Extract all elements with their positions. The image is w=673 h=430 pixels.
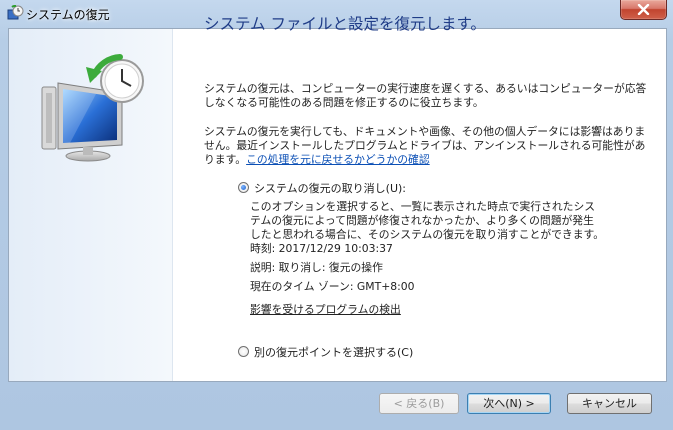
undo-description-line: このオプションを選択すると、一覧に表示された時点で実行されたシス [250, 200, 596, 213]
undo-restore-label[interactable]: システムの復元の取り消し(U): [254, 180, 406, 196]
page-title: システム ファイルと設定を復元します。 [204, 15, 486, 33]
undo-description: このオプションを選択すると、一覧に表示された時点で実行されたシス テムの復元によ… [250, 200, 604, 242]
close-button[interactable] [620, 0, 667, 20]
restore-description: 説明: 取り消し: 復元の操作 [250, 261, 383, 274]
undo-description-line: テムの復元によって問題が修復されなかったか、より多くの問題が発生 [250, 214, 594, 227]
system-restore-window: システムの復元 システム ファイルと設定を復元します。 システムの復元は、コンピ… [0, 0, 673, 430]
info-paragraph: システムの復元を実行しても、ドキュメントや画像、その他の個人データには影響はあり… [204, 125, 645, 167]
back-button[interactable]: < 戻る(B) [379, 393, 459, 414]
undo-description-line: したと思われる場合に、そのシステムの復元を取り消すことができます。 [250, 228, 605, 241]
intro-line: システムの復元は、コンピューターの実行速度を遅くする、あるいはコンピューターが応… [204, 82, 647, 95]
choose-other-point-radio[interactable] [238, 346, 249, 357]
close-icon [637, 4, 650, 15]
restore-time: 時刻: 2017/12/29 10:03:37 [250, 242, 393, 255]
cancel-button[interactable]: キャンセル [567, 393, 652, 414]
scan-affected-programs-link[interactable]: 影響を受けるプログラムの検出 [250, 303, 401, 317]
next-button[interactable]: 次へ(N) > [467, 393, 551, 414]
choose-other-point-label[interactable]: 別の復元ポイントを選択する(C) [254, 344, 413, 360]
system-restore-computer-icon [41, 54, 144, 162]
info-line-prefix: ります。 [204, 153, 247, 166]
current-timezone: 現在のタイム ゾーン: GMT+8:00 [250, 280, 415, 293]
window-title: システムの復元 [26, 8, 110, 22]
left-banner-panel [9, 29, 173, 381]
undo-restore-radio[interactable] [238, 182, 249, 193]
info-line: せん。最近インストールしたプログラムとドライブは、アンインストールされる可能性が… [204, 139, 646, 152]
system-restore-app-icon [7, 5, 24, 20]
undo-check-link[interactable]: この処理を元に戻せるかどうかの確認 [246, 153, 430, 166]
info-line: ります。この処理を元に戻せるかどうかの確認 [204, 153, 645, 167]
intro-paragraph: システムの復元は、コンピューターの実行速度を遅くする、あるいはコンピューターが応… [204, 82, 646, 110]
info-line: システムの復元を実行しても、ドキュメントや画像、その他の個人データには影響はあり… [204, 125, 646, 138]
intro-line: しなくなる可能性のある問題を修正するのに役立ちます。 [204, 96, 484, 109]
